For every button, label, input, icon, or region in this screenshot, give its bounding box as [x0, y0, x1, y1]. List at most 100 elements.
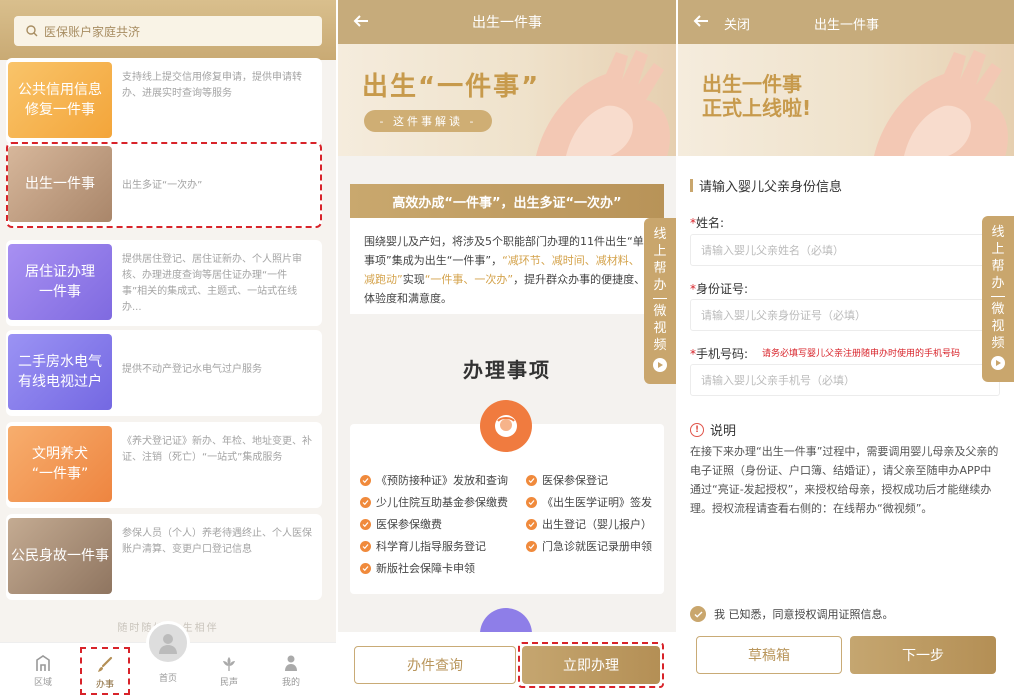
back-arrow-icon[interactable]	[352, 12, 370, 30]
service-desc: 提供不动产登记水电气过户服务	[122, 364, 262, 375]
close-button[interactable]: 关闭	[724, 14, 750, 33]
check-icon	[360, 540, 371, 552]
online-help-video-tab[interactable]: 线上帮办 微视频	[982, 216, 1014, 382]
service-desc: 出生多证“一次办”	[122, 180, 203, 191]
list-item: 医保参保缴费	[360, 516, 442, 532]
service-list-screen: 医保账户家庭共济 公共信用信息 修复一件事 支持线上提交信用修复申请，提供申请转办…	[0, 0, 336, 698]
checkmark-icon	[690, 606, 706, 622]
header: 医保账户家庭共济	[0, 0, 336, 60]
service-name: 公共信用信息	[18, 82, 102, 98]
check-icon	[360, 562, 371, 574]
flower-icon	[223, 657, 235, 671]
nav-bar: 出生一件事	[338, 0, 676, 44]
tab-services[interactable]: 办事	[80, 647, 130, 695]
tab-label: 办事	[95, 680, 114, 690]
father-name-input[interactable]: 请输入婴儿父亲姓名（必填）	[690, 234, 1000, 266]
service-name: 有线电视过户	[18, 374, 102, 390]
bottom-tab-bar: 区域 办事 首页 民声 我的	[0, 621, 336, 698]
service-thumb: 公民身故一件事	[8, 518, 112, 594]
service-name: 公民身故一件事	[11, 548, 109, 564]
note-heading: ! 说明	[690, 420, 736, 439]
service-thumb: 文明养犬 “一件事”	[8, 426, 112, 502]
list-item: 新版社会保障卡申领	[360, 560, 475, 576]
service-card-credit-repair[interactable]: 公共信用信息 修复一件事 支持线上提交信用修复申请，提供申请转办、进展实时查询等服…	[6, 58, 322, 144]
service-name: 出生一件事	[25, 176, 95, 192]
apply-now-button[interactable]: 立即办理	[522, 646, 660, 684]
person-icon	[285, 655, 297, 671]
hands-illustration	[874, 50, 1008, 156]
service-name: 修复一件事	[25, 102, 95, 118]
service-desc: 《养犬登记证》新办、年检、地址变更、补证、注销（死亡）“一站式”集成服务	[122, 436, 312, 463]
service-card-birth[interactable]: 出生一件事 出生多证“一次办”	[6, 142, 322, 228]
tab-label: 民声	[219, 678, 238, 688]
section-title: 办理事项	[463, 358, 551, 382]
service-name: 一件事	[39, 284, 81, 300]
tab-label: 我的	[281, 678, 300, 688]
draft-box-button[interactable]: 草稿箱	[696, 636, 842, 674]
check-icon	[360, 496, 371, 508]
service-desc: 支持线上提交信用修复申请，提供申请转办、进展实时查询等服务	[122, 72, 302, 99]
nav-bar: 关闭 出生一件事	[678, 0, 1014, 44]
slogan-bar: 高效办成“一件事”，出生多证“一次办”	[350, 184, 664, 218]
service-card-residence-permit[interactable]: 居住证办理一件事 提供居住登记、居住证新办、个人照片审核、办理进度查询等居住证办…	[6, 240, 322, 326]
list-item: 少儿住院互助基金参保缴费	[360, 494, 508, 510]
home-avatar-icon	[146, 621, 190, 665]
region-icon	[36, 655, 50, 671]
check-icon	[360, 518, 371, 530]
service-thumb: 二手房水电气 有线电视过户	[8, 334, 112, 410]
service-name: 居住证办理	[25, 264, 95, 280]
nav-title: 出生一件事	[472, 15, 542, 31]
service-thumb: 出生一件事	[8, 146, 112, 222]
phone-warning: 请务必填写婴儿父亲注册随申办时使用的手机号码	[762, 349, 961, 359]
banner-title: 出生一件事 正式上线啦!	[702, 72, 812, 120]
consent-text: 我 已知悉，同意授权调用证照信息。	[714, 608, 894, 621]
banner: 出生一件事 正式上线啦!	[678, 44, 1014, 156]
back-arrow-icon[interactable]	[692, 12, 710, 30]
service-thumb: 居住证办理 一件事	[8, 244, 112, 320]
tab-region[interactable]: 区域	[18, 651, 68, 688]
birth-info-screen: 出生一件事 出生“一件事” - 这件事解读 - 高效办成“一件事”，出生多证“一…	[338, 0, 676, 698]
list-item: 《出生医学证明》签发	[526, 494, 652, 510]
banner: 出生“一件事” - 这件事解读 -	[338, 44, 676, 156]
service-desc: 提供居住登记、居住证新办、个人照片审核、办理进度查询等居住证办理“一件事”相关的…	[122, 254, 302, 313]
nav-title: 出生一件事	[814, 18, 880, 33]
service-name: 二手房水电气	[18, 354, 102, 370]
service-name: 文明养犬	[31, 446, 88, 462]
tab-home[interactable]: 首页	[143, 621, 193, 684]
explainer-pill[interactable]: - 这件事解读 -	[364, 110, 492, 132]
service-card-citizen-death[interactable]: 公民身故一件事 参保人员（个人）养老待遇终止、个人医保账户清算、变更户口登记信息	[6, 514, 322, 600]
service-desc: 参保人员（个人）养老待遇终止、个人医保账户清算、变更户口登记信息	[122, 528, 312, 555]
service-card-utility-transfer[interactable]: 二手房水电气 有线电视过户 提供不动产登记水电气过户服务	[6, 330, 322, 416]
father-info-form-screen: 关闭 出生一件事 出生一件事 正式上线啦! 请输入婴儿父亲身份信息 *姓名: 请…	[678, 0, 1014, 698]
baby-icon	[480, 400, 532, 452]
query-case-button[interactable]: 办件查询	[354, 646, 516, 684]
name-label: *姓名:	[690, 216, 725, 230]
tab-label: 首页	[158, 674, 177, 684]
list-item: 《预防接种证》发放和查询	[360, 472, 508, 488]
search-placeholder: 医保账户家庭共济	[44, 24, 141, 39]
note-body: 在接下来办理“出生一件事”过程中，需要调用婴儿母亲及父亲的电子证照（身份证、户口…	[690, 445, 999, 515]
search-icon	[26, 25, 38, 37]
list-item: 医保参保登记	[526, 472, 608, 488]
info-icon: !	[690, 422, 704, 437]
online-help-video-tab[interactable]: 线上帮办 微视频	[644, 218, 676, 384]
next-step-button[interactable]: 下一步	[850, 636, 996, 674]
brush-icon	[98, 656, 113, 672]
father-phone-input[interactable]: 请输入婴儿父亲手机号（必填）	[690, 364, 1000, 396]
consent-checkbox[interactable]: 我 已知悉，同意授权调用证照信息。	[690, 606, 894, 622]
tab-mine[interactable]: 我的	[266, 651, 316, 688]
play-icon	[991, 356, 1005, 370]
list-item: 科学育儿指导服务登记	[360, 538, 486, 554]
tab-label: 区域	[33, 678, 52, 688]
tab-public-voice[interactable]: 民声	[204, 651, 254, 688]
service-name: “一件事”	[31, 466, 89, 482]
check-icon	[526, 518, 537, 530]
check-icon	[526, 474, 537, 486]
check-icon	[526, 496, 537, 508]
search-input[interactable]: 医保账户家庭共济	[14, 16, 322, 46]
list-item: 门急诊就医记录册申领	[526, 538, 652, 554]
play-icon	[653, 358, 667, 372]
father-id-input[interactable]: 请输入婴儿父亲身份证号（必填）	[690, 299, 1000, 331]
phone-label: *手机号码:	[690, 347, 749, 361]
service-card-dog-registration[interactable]: 文明养犬 “一件事” 《养犬登记证》新办、年检、地址变更、补证、注销（死亡）“一站…	[6, 422, 322, 508]
